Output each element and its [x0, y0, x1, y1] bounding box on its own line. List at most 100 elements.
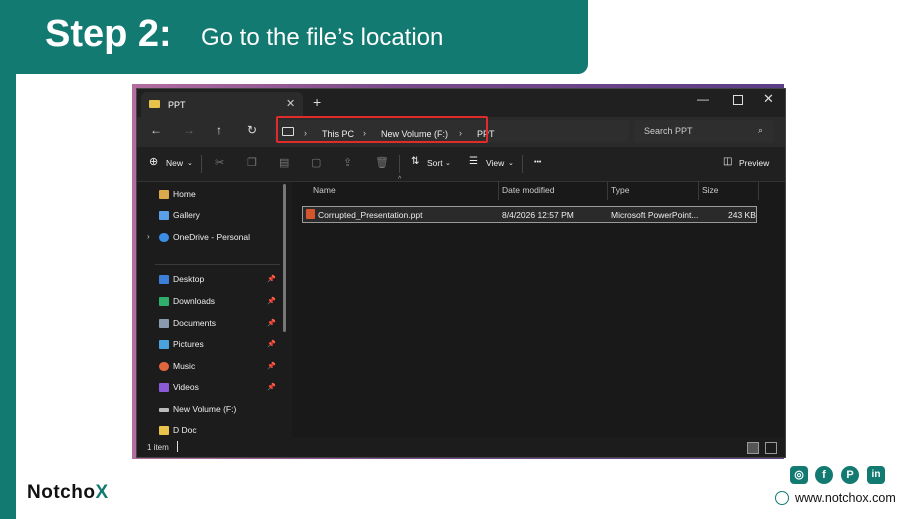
- pictures-icon: [159, 340, 169, 350]
- facebook-icon[interactable]: f: [815, 466, 833, 484]
- column-divider[interactable]: [607, 182, 608, 200]
- step-title: Step 2:: [45, 13, 172, 55]
- details-view-icon[interactable]: [747, 442, 759, 454]
- sidebar-item-d-doc[interactable]: D Doc: [159, 425, 197, 439]
- more-options-button[interactable]: •••: [534, 159, 541, 166]
- sidebar-item-label: New Volume (F:): [173, 404, 237, 414]
- view-button[interactable]: View: [486, 158, 504, 168]
- column-divider[interactable]: [498, 182, 499, 200]
- sidebar-item-label: Music: [173, 361, 196, 371]
- sidebar-divider: [155, 264, 280, 265]
- file-row[interactable]: Corrupted_Presentation.ppt 8/4/2026 12:5…: [302, 206, 757, 223]
- brand-logo-text: Notch: [27, 482, 84, 503]
- folder-icon: [159, 426, 169, 436]
- new-button[interactable]: New: [166, 158, 183, 168]
- column-header-date[interactable]: Date modified: [502, 185, 554, 195]
- website-link[interactable]: www.notchox.com: [795, 491, 896, 505]
- paste-icon[interactable]: ▤: [279, 156, 289, 169]
- back-button[interactable]: ←: [150, 123, 162, 137]
- sidebar-item-label: Pictures: [173, 339, 204, 349]
- address-highlight-box: [276, 116, 488, 143]
- linkedin-icon[interactable]: in: [867, 466, 885, 484]
- column-header-type[interactable]: Type: [611, 185, 629, 195]
- sidebar-item-downloads[interactable]: Downloads: [159, 296, 215, 310]
- file-size: 243 KB: [728, 210, 756, 220]
- instagram-icon[interactable]: ◎: [790, 466, 808, 484]
- pin-icon[interactable]: 📌: [267, 383, 276, 391]
- tiles-view-icon[interactable]: [765, 442, 777, 454]
- text-cursor: [177, 441, 178, 452]
- sidebar-item-home[interactable]: Home: [159, 189, 196, 203]
- folder-icon: [149, 100, 160, 108]
- copy-icon[interactable]: ❐: [247, 156, 257, 169]
- sidebar-item-new-volume[interactable]: New Volume (F:): [159, 404, 236, 418]
- sidebar-item-pictures[interactable]: Pictures: [159, 339, 204, 353]
- preview-pane-icon: ◫: [723, 156, 733, 167]
- close-window-button[interactable]: ✕: [763, 91, 774, 107]
- brand-logo: NotchoX: [27, 482, 109, 504]
- music-icon: [159, 362, 169, 372]
- column-header-name[interactable]: Name: [313, 185, 336, 195]
- left-accent-strip: [0, 0, 16, 519]
- pin-icon[interactable]: 📌: [267, 319, 276, 327]
- column-header-size[interactable]: Size: [702, 185, 719, 195]
- command-toolbar: ⊕ New ⌄ ✂ ❐ ▤ ▢ ⇪ 🗑 ⇅ Sort ⌄ ☰ View ⌄ ••…: [137, 147, 785, 182]
- add-icon: ⊕: [149, 156, 159, 168]
- file-type: Microsoft PowerPoint...: [611, 210, 699, 220]
- column-divider[interactable]: [698, 182, 699, 200]
- sidebar-item-music[interactable]: Music: [159, 361, 195, 375]
- sidebar-scrollbar[interactable]: [283, 184, 286, 332]
- chevron-right-icon[interactable]: ›: [147, 232, 150, 241]
- pinterest-icon[interactable]: P: [841, 466, 859, 484]
- sidebar-item-desktop[interactable]: Desktop: [159, 274, 204, 288]
- cloud-icon: [159, 233, 169, 243]
- search-box[interactable]: Search PPT ⌕: [634, 120, 774, 142]
- sidebar-item-label: Downloads: [173, 296, 216, 306]
- globe-icon: [775, 491, 789, 505]
- minimize-button[interactable]: —: [697, 92, 709, 106]
- gallery-icon: [159, 211, 169, 221]
- close-tab-icon[interactable]: ✕: [286, 97, 295, 110]
- file-name: Corrupted_Presentation.ppt: [318, 210, 423, 220]
- sort-button[interactable]: Sort: [427, 158, 443, 168]
- share-icon[interactable]: ⇪: [343, 156, 352, 169]
- document-icon: [159, 319, 169, 329]
- sidebar-item-videos[interactable]: Videos: [159, 382, 199, 396]
- forward-button[interactable]: →: [183, 123, 195, 137]
- desktop-icon: [159, 275, 169, 285]
- powerpoint-file-icon: [306, 209, 315, 219]
- file-date: 8/4/2026 12:57 PM: [502, 210, 574, 220]
- column-divider[interactable]: [758, 182, 759, 200]
- title-bar: PPT ✕ + — ✕: [137, 89, 785, 117]
- item-count: 1 item: [147, 443, 169, 452]
- toolbar-divider: [399, 155, 400, 173]
- tab-ppt[interactable]: PPT ✕: [141, 92, 303, 117]
- refresh-button[interactable]: ↻: [247, 123, 257, 137]
- cut-icon[interactable]: ✂: [215, 156, 224, 169]
- sidebar-item-label: Documents: [173, 318, 216, 328]
- preview-button[interactable]: Preview: [739, 158, 769, 168]
- brand-logo-x: X: [95, 482, 109, 503]
- pin-icon[interactable]: 📌: [267, 340, 276, 348]
- chevron-down-icon: ⌄: [187, 160, 193, 167]
- sidebar-item-onedrive[interactable]: OneDrive - Personal: [159, 232, 250, 246]
- download-icon: [159, 297, 169, 307]
- toolbar-divider: [201, 155, 202, 173]
- delete-icon[interactable]: 🗑: [375, 156, 389, 169]
- sidebar-item-gallery[interactable]: Gallery: [159, 210, 200, 224]
- maximize-button[interactable]: [733, 95, 743, 105]
- new-tab-button[interactable]: +: [313, 94, 321, 110]
- toolbar-divider: [522, 155, 523, 173]
- sidebar-item-label: Videos: [173, 382, 199, 392]
- file-explorer-window: PPT ✕ + — ✕ ← → ↑ ↻ › This PC › New Volu…: [136, 88, 786, 458]
- rename-icon[interactable]: ▢: [311, 156, 321, 169]
- navigation-pane: Home Gallery › OneDrive - Personal Deskt…: [137, 182, 286, 439]
- sort-caret-icon: ^: [398, 176, 402, 183]
- status-bar: 1 item: [137, 438, 785, 457]
- up-button[interactable]: ↑: [216, 123, 222, 137]
- pin-icon[interactable]: 📌: [267, 297, 276, 305]
- chevron-down-icon: ⌄: [508, 160, 514, 167]
- sidebar-item-documents[interactable]: Documents: [159, 318, 216, 332]
- pin-icon[interactable]: 📌: [267, 275, 276, 283]
- pin-icon[interactable]: 📌: [267, 362, 276, 370]
